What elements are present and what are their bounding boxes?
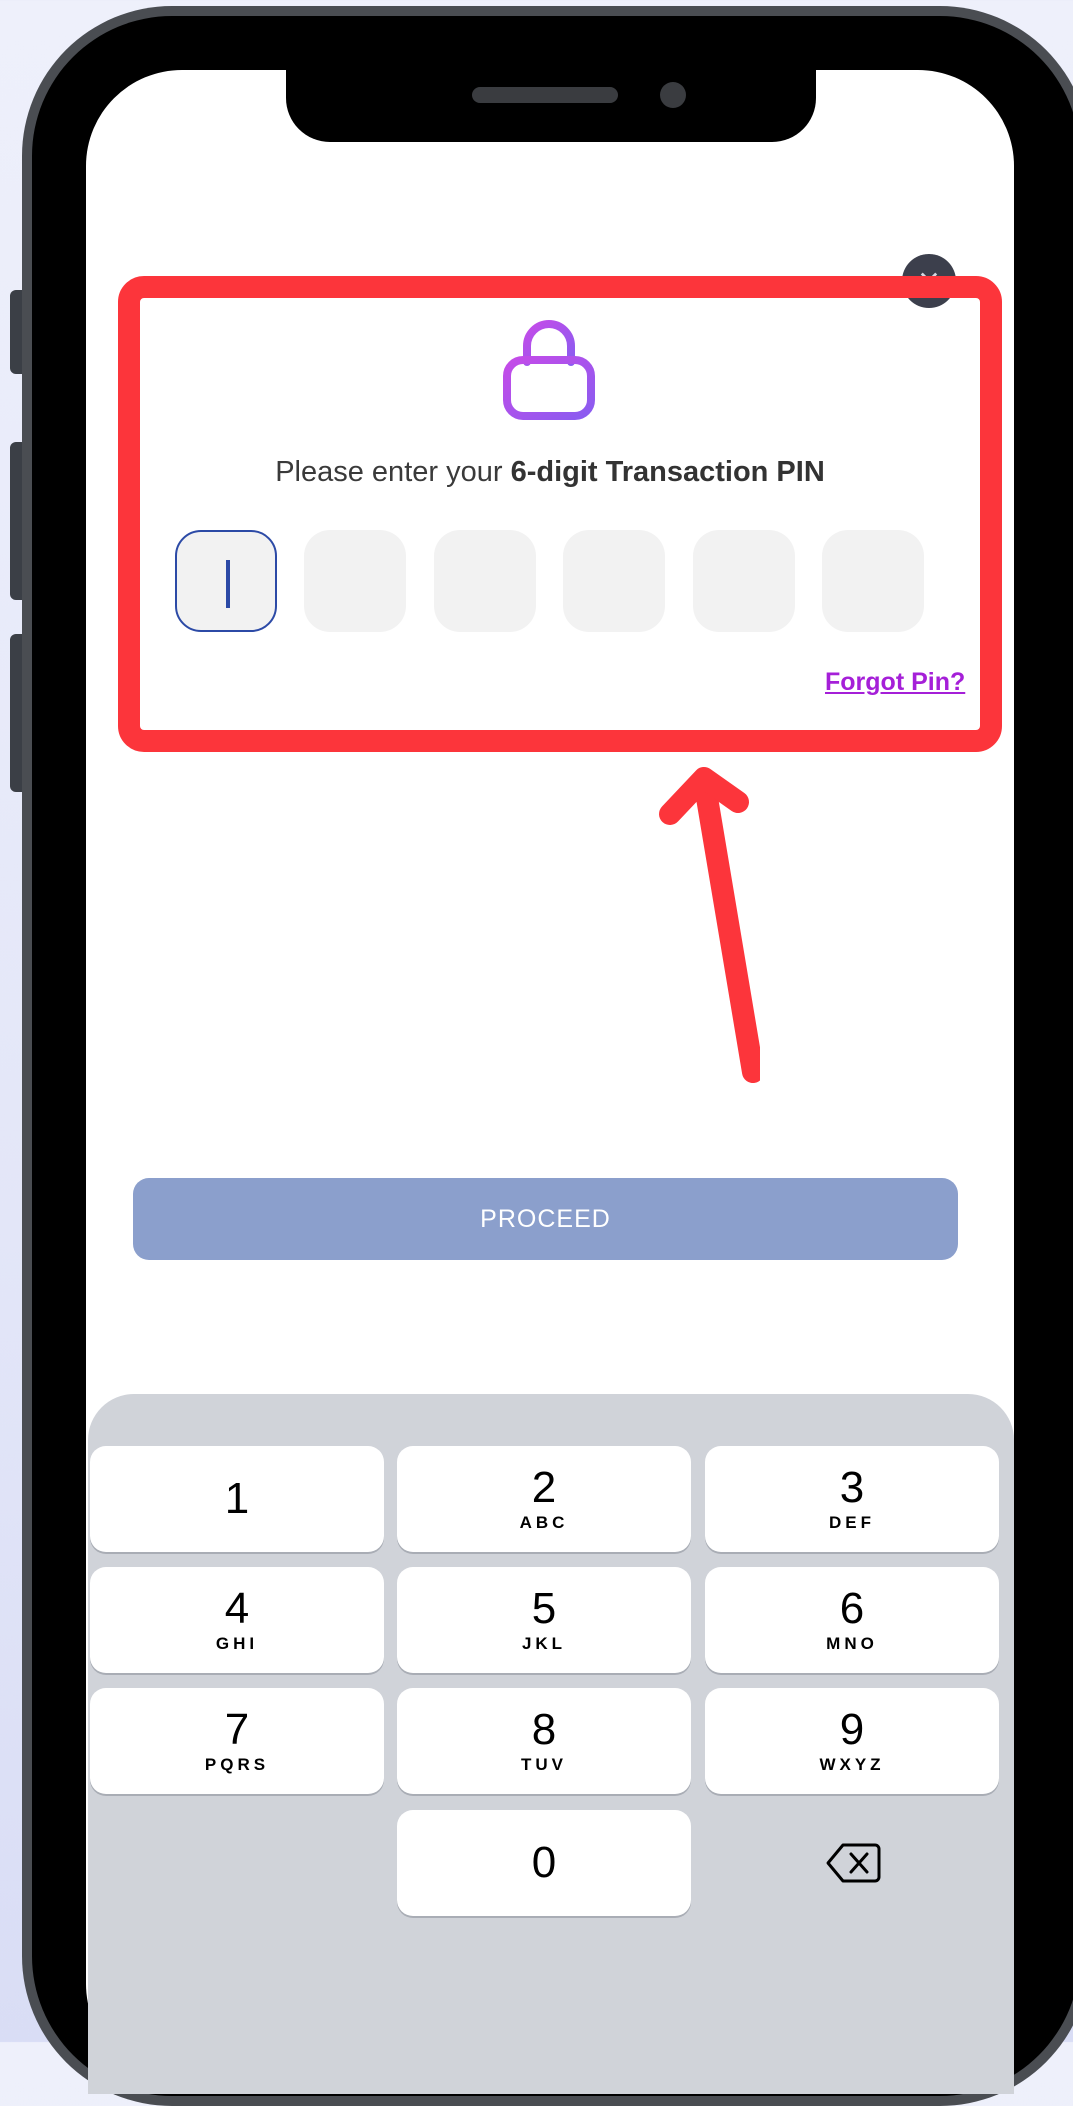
key-digit: 6 (839, 1584, 865, 1633)
notch (286, 62, 816, 142)
backspace-icon (826, 1843, 881, 1883)
key-digit: 1 (224, 1474, 250, 1523)
key-letters: TUV (521, 1755, 567, 1774)
key-3[interactable]: 3 DEF (705, 1446, 999, 1552)
proceed-button[interactable]: PROCEED (133, 1178, 958, 1260)
key-2[interactable]: 2 ABC (397, 1446, 691, 1552)
key-6[interactable]: 6 MNO (705, 1567, 999, 1673)
front-camera (660, 82, 686, 108)
key-letters: MNO (826, 1634, 878, 1653)
key-letters: PQRS (204, 1755, 270, 1774)
speaker (472, 87, 618, 103)
annotation-arrow-icon (659, 767, 760, 1083)
key-digit: 7 (224, 1705, 250, 1754)
key-0[interactable]: 0 (397, 1810, 691, 1916)
key-letters: DEF (829, 1513, 875, 1532)
key-5[interactable]: 5 JKL (397, 1567, 691, 1673)
key-digit: 0 (531, 1838, 557, 1887)
key-1[interactable]: 1 (90, 1446, 384, 1552)
key-letters: ABC (519, 1513, 569, 1532)
key-7[interactable]: 7 PQRS (90, 1688, 384, 1794)
key-digit: 5 (531, 1584, 557, 1633)
key-letters: WXYZ (819, 1755, 885, 1774)
key-digit: 3 (839, 1463, 865, 1512)
highlight-box (118, 276, 1002, 752)
key-digit: 9 (839, 1705, 865, 1754)
key-8[interactable]: 8 TUV (397, 1688, 691, 1794)
key-digit: 8 (531, 1705, 557, 1754)
key-digit: 4 (224, 1584, 250, 1633)
key-4[interactable]: 4 GHI (90, 1567, 384, 1673)
key-digit: 2 (531, 1463, 557, 1512)
key-letters: GHI (215, 1634, 259, 1653)
key-9[interactable]: 9 WXYZ (705, 1688, 999, 1794)
backspace-key[interactable] (793, 1810, 913, 1916)
key-letters: JKL (521, 1634, 567, 1653)
